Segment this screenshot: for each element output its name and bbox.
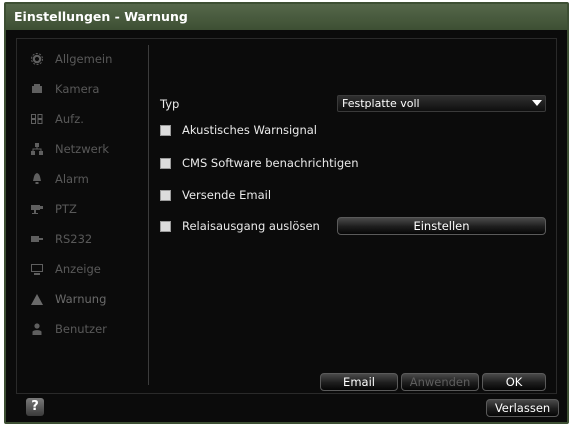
window-title: Einstellungen - Warnung: [6, 4, 567, 30]
sidebar-item-label: Allgemein: [55, 52, 113, 66]
gear-icon: [27, 52, 47, 66]
sidebar-item-label: Alarm: [55, 172, 89, 186]
sidebar-item-allgemein[interactable]: Allgemein: [27, 47, 142, 71]
sidebar-item-label: Anzeige: [55, 262, 101, 276]
sidebar-item-label: Benutzer: [55, 322, 107, 336]
email-checkbox[interactable]: [160, 189, 171, 201]
sidebar-item-label: Aufz.: [55, 112, 84, 126]
sidebar-item-benutzer[interactable]: Benutzer: [27, 317, 142, 341]
sidebar: Allgemein Kamera Aufz. Netzwerk Alarm PT…: [17, 39, 148, 393]
content-panel: Allgemein Kamera Aufz. Netzwerk Alarm PT…: [16, 38, 557, 394]
option-relais[interactable]: Relaisausgang auslösen: [160, 217, 320, 235]
akustisch-label: Akustisches Warnsignal: [182, 123, 317, 137]
cms-label: CMS Software benachrichtigen: [182, 156, 359, 170]
sidebar-item-kamera[interactable]: Kamera: [27, 77, 142, 101]
relais-checkbox[interactable]: [160, 220, 171, 232]
bottom-bar: ? Verlassen: [6, 394, 567, 422]
email-button[interactable]: Email: [320, 373, 398, 391]
sidebar-item-anzeige[interactable]: Anzeige: [27, 257, 142, 281]
ptz-icon: [27, 202, 47, 216]
option-akustisch[interactable]: Akustisches Warnsignal: [160, 121, 317, 139]
apply-button[interactable]: Anwenden: [401, 373, 479, 391]
camera-icon: [27, 82, 47, 96]
option-email[interactable]: Versende Email: [160, 186, 271, 204]
ok-button[interactable]: OK: [482, 373, 546, 391]
sidebar-item-warnung[interactable]: Warnung: [27, 287, 142, 311]
relais-label: Relaisausgang auslösen: [182, 219, 320, 233]
help-icon[interactable]: ?: [26, 398, 44, 416]
rs232-icon: [27, 232, 47, 246]
sidebar-item-ptz[interactable]: PTZ: [27, 197, 142, 221]
sidebar-item-label: Netzwerk: [55, 142, 110, 156]
chevron-down-icon: [532, 100, 542, 106]
exit-button[interactable]: Verlassen: [486, 399, 559, 417]
type-label: Typ: [160, 97, 180, 111]
sidebar-item-netzwerk[interactable]: Netzwerk: [27, 137, 142, 161]
cms-checkbox[interactable]: [160, 157, 171, 169]
sidebar-item-label: Warnung: [55, 292, 107, 306]
type-select-value: Festplatte voll: [342, 97, 420, 110]
sidebar-divider: [148, 45, 149, 385]
sidebar-item-label: PTZ: [55, 202, 77, 216]
option-cms[interactable]: CMS Software benachrichtigen: [160, 154, 358, 172]
sidebar-item-alarm[interactable]: Alarm: [27, 167, 142, 191]
monitor-icon: [27, 262, 47, 276]
sidebar-item-label: RS232: [55, 232, 93, 246]
relay-settings-button[interactable]: Einstellen: [337, 217, 546, 235]
alarm-icon: [27, 172, 47, 186]
record-icon: [27, 112, 47, 126]
warning-icon: [27, 292, 47, 306]
akustisch-checkbox[interactable]: [160, 124, 171, 136]
settings-window: Einstellungen - Warnung Allgemein Kamera…: [4, 2, 569, 424]
type-select[interactable]: Festplatte voll: [337, 95, 546, 112]
network-icon: [27, 142, 47, 156]
sidebar-item-label: Kamera: [55, 82, 100, 96]
sidebar-item-aufz[interactable]: Aufz.: [27, 107, 142, 131]
sidebar-item-rs232[interactable]: RS232: [27, 227, 142, 251]
email-label: Versende Email: [182, 188, 272, 202]
user-icon: [27, 322, 47, 336]
